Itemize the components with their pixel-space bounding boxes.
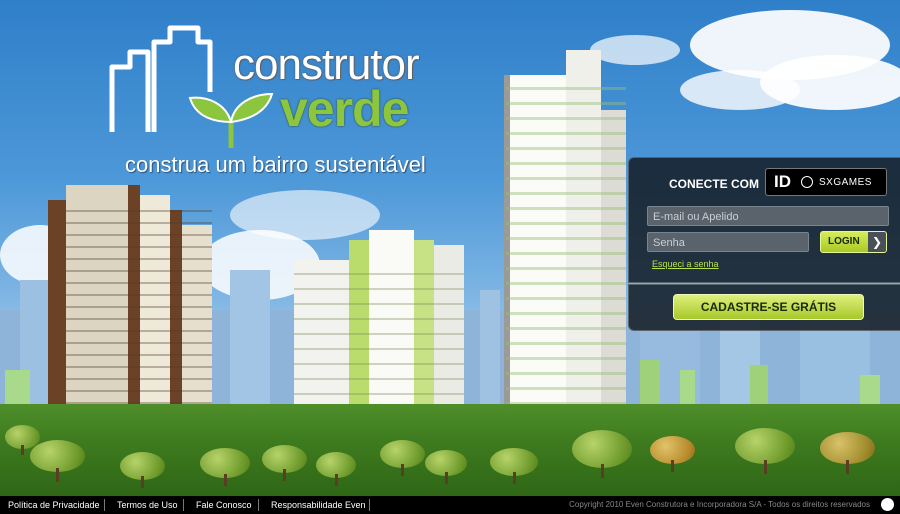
footer-separator (183, 499, 184, 511)
scene: construtor verde construa um bairro sust… (0, 0, 900, 514)
login-button[interactable]: LOGIN ❯ (820, 231, 887, 253)
footer-link-privacy[interactable]: Política de Privacidade (8, 500, 100, 510)
construtor-verde-logo: construtor verde (108, 22, 448, 172)
tree (380, 440, 425, 476)
tree (735, 428, 795, 474)
tree (262, 445, 307, 481)
tree (120, 452, 165, 488)
footer-link-terms[interactable]: Termos de Uso (117, 500, 178, 510)
email-field[interactable]: E-mail ou Apelido (647, 206, 889, 226)
tree (316, 452, 356, 486)
tree (650, 436, 695, 472)
footer: Política de Privacidade Termos de Uso Fa… (0, 496, 900, 514)
id-badge-label: ID (774, 172, 791, 191)
password-field[interactable]: Senha (647, 232, 809, 252)
footer-separator (104, 499, 105, 511)
sxgames-logo-icon (801, 176, 813, 188)
background-tower (230, 270, 270, 420)
chevron-right-icon: ❯ (868, 232, 886, 252)
footer-separator (369, 499, 370, 511)
sxgames-id-button[interactable]: ID SXGAMES (765, 168, 887, 196)
cloud (680, 70, 800, 110)
tree (490, 448, 538, 484)
even-logo-icon[interactable] (881, 498, 894, 511)
login-panel: CONECTE COM ID SXGAMES E-mail ou Apelido… (628, 157, 900, 283)
building-green (294, 230, 474, 425)
footer-link-responsibility[interactable]: Responsabilidade Even (271, 500, 366, 510)
signup-panel: CADASTRE-SE GRÁTIS (628, 284, 900, 331)
tree (572, 430, 632, 478)
footer-link-contact[interactable]: Fale Conosco (196, 500, 252, 510)
sprout-icon (188, 92, 274, 148)
connect-label: CONECTE COM (669, 177, 759, 191)
tree (200, 448, 250, 486)
signup-button[interactable]: CADASTRE-SE GRÁTIS (673, 294, 864, 320)
id-provider-label: SXGAMES (819, 176, 872, 188)
logo-word-verde: verde (280, 81, 409, 137)
login-label: LOGIN (828, 236, 860, 247)
tree (425, 450, 467, 484)
tree (5, 425, 40, 455)
footer-separator (258, 499, 259, 511)
copyright-text: Copyright 2010 Even Construtora e Incorp… (569, 500, 870, 509)
forgot-password-link[interactable]: Esqueci a senha (652, 259, 719, 269)
building-tower (494, 50, 630, 455)
tagline: construa um bairro sustentável (125, 152, 426, 177)
tree (820, 432, 875, 474)
